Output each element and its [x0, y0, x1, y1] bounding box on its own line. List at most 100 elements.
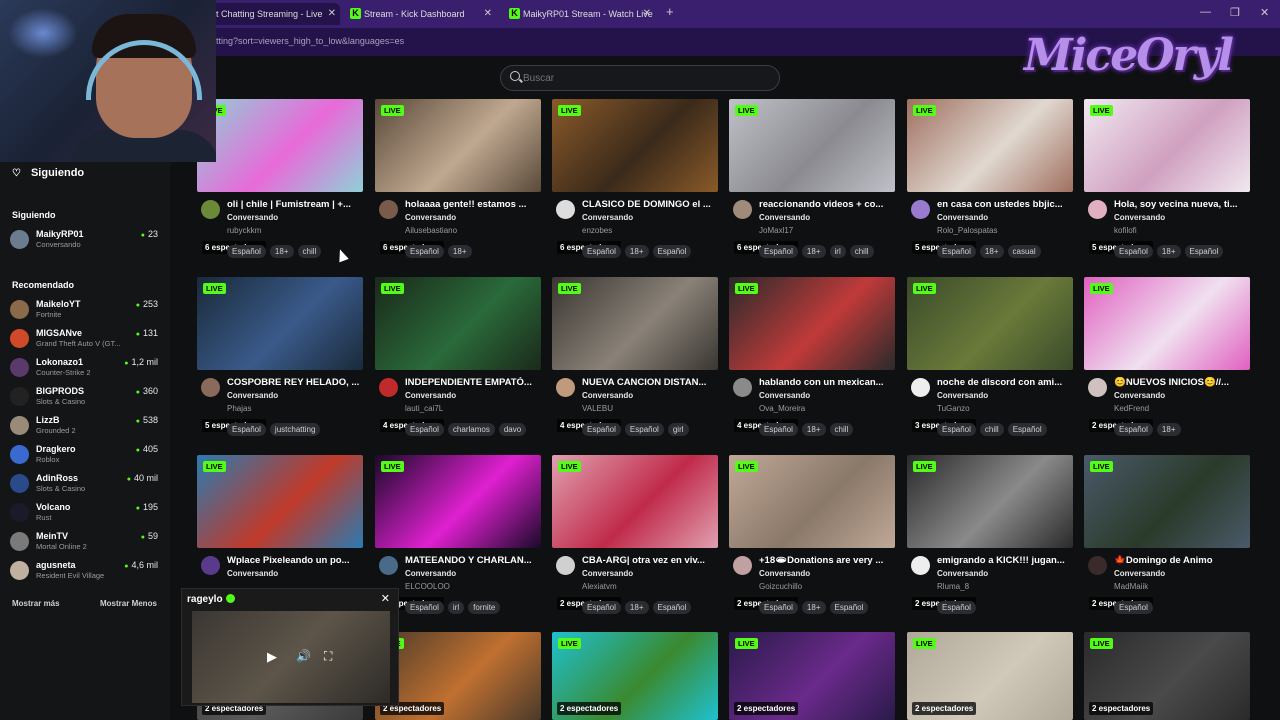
close-tab-icon[interactable]: ✕ — [328, 3, 336, 25]
stream-card[interactable]: LIVE2 espectadores — [375, 632, 541, 720]
stream-title[interactable]: MATEEANDO Y CHARLAN... — [405, 555, 539, 566]
tag-chip[interactable]: 18+ — [1156, 245, 1181, 258]
stream-card[interactable]: LIVE2 espectadores — [907, 632, 1073, 720]
stream-card[interactable]: LIVE2 espectadores — [729, 632, 895, 720]
streamer-name[interactable]: Goizcuchillo — [759, 582, 802, 591]
tag-chip[interactable]: fornite — [468, 601, 501, 614]
avatar[interactable] — [911, 200, 930, 219]
browser-tab[interactable]: K MaikyRP01 Stream - Watch Live ✕ — [505, 3, 655, 25]
streamer-name[interactable]: Alexiatvm — [582, 582, 617, 591]
avatar[interactable] — [379, 378, 398, 397]
stream-title[interactable]: emigrando a KICK!!! jugan... — [937, 555, 1071, 566]
tag-chip[interactable]: Español — [937, 601, 976, 614]
streamer-name[interactable]: MadMaiik — [1114, 582, 1148, 591]
stream-category[interactable]: Conversando — [937, 391, 988, 400]
minimize-icon[interactable]: — — [1200, 6, 1211, 18]
show-more-link[interactable]: Mostrar más — [12, 599, 60, 608]
close-tab-icon[interactable]: ✕ — [643, 3, 651, 25]
sidebar-channel[interactable]: AdinRossSlots & Casino 40 mil — [10, 472, 162, 496]
stream-title[interactable]: CLASICO DE DOMINGO el ... — [582, 199, 716, 210]
tag-chip[interactable]: Español — [759, 245, 798, 258]
tag-chip[interactable]: Español — [227, 245, 266, 258]
stream-card[interactable]: LIVE6 espectadoresholaaaa gente!! estamo… — [375, 99, 541, 259]
avatar[interactable] — [733, 378, 752, 397]
streamer-name[interactable]: ELCOOLOO — [405, 582, 450, 591]
restore-icon[interactable]: ❐ — [1230, 6, 1240, 19]
stream-card[interactable]: LIVE2 espectadores+18🕳Donations are very… — [729, 455, 895, 615]
tag-chip[interactable]: 18+ — [624, 245, 649, 258]
avatar[interactable] — [556, 556, 575, 575]
stream-title[interactable]: INDEPENDIENTE EMPATÓ... — [405, 377, 539, 388]
stream-card[interactable]: LIVE2 espectadoresemigrando a KICK!!! ju… — [907, 455, 1073, 615]
tag-chip[interactable]: chill — [297, 245, 322, 258]
tag-chip[interactable]: irl — [447, 601, 465, 614]
tag-chip[interactable]: 18+ — [801, 423, 826, 436]
tag-chip[interactable]: Español — [582, 423, 621, 436]
tag-chip[interactable]: Español — [652, 601, 692, 614]
streamer-name[interactable]: TuGanzo — [937, 404, 970, 413]
tag-chip[interactable]: Español — [405, 601, 444, 614]
sidebar-title[interactable]: ♡ Siguiendo — [12, 167, 84, 179]
sidebar-channel[interactable]: VolcanoRust 195 — [10, 501, 162, 525]
new-tab-button[interactable]: + — [666, 4, 674, 19]
mini-player[interactable]: rageylo ✕ ▶ 🔊 ⛶ — [181, 588, 399, 706]
tag-chip[interactable]: Español — [652, 245, 692, 258]
streamer-name[interactable]: Rluma_8 — [937, 582, 969, 591]
sidebar-channel[interactable]: MIGSANveGrand Theft Auto V (GT... 131 — [10, 327, 162, 351]
stream-card[interactable]: LIVE2 espectadores — [552, 632, 718, 720]
tag-chip[interactable]: Español — [582, 601, 621, 614]
tag-chip[interactable]: Español — [937, 423, 976, 436]
stream-category[interactable]: Conversando — [405, 569, 456, 578]
stream-card[interactable]: LIVE2 espectadores😊NUEVOS INICIOS😊//...C… — [1084, 277, 1250, 437]
stream-category[interactable]: Conversando — [937, 213, 988, 222]
stream-category[interactable]: Conversando — [759, 569, 810, 578]
sidebar-channel[interactable]: Lokonazo1Counter-Strike 2 1,2 mil — [10, 356, 162, 380]
browser-tab[interactable]: K Stream - Kick Dashboard ✕ — [346, 3, 496, 25]
avatar[interactable] — [379, 556, 398, 575]
stream-title[interactable]: hablando con un mexican... — [759, 377, 893, 388]
stream-title[interactable]: 🍁Domingo de Animo — [1114, 555, 1248, 566]
stream-title[interactable]: holaaaa gente!! estamos ... — [405, 199, 539, 210]
avatar[interactable] — [556, 378, 575, 397]
stream-title[interactable]: CBA-ARG| otra vez en viv... — [582, 555, 716, 566]
stream-category[interactable]: Conversando — [227, 213, 278, 222]
tag-chip[interactable]: 18+ — [624, 601, 649, 614]
sidebar-channel[interactable]: LizzBGrounded 2 538 — [10, 414, 162, 438]
avatar[interactable] — [201, 556, 220, 575]
tag-chip[interactable]: davo — [498, 423, 527, 436]
stream-card[interactable]: LIVE6 espectadoresCLASICO DE DOMINGO el … — [552, 99, 718, 259]
stream-category[interactable]: Conversando — [227, 391, 278, 400]
avatar[interactable] — [1088, 556, 1107, 575]
avatar[interactable] — [733, 200, 752, 219]
tag-chip[interactable]: irl — [829, 245, 846, 258]
tag-chip[interactable]: Español — [624, 423, 664, 436]
tag-chip[interactable]: 18+ — [1156, 423, 1181, 436]
stream-category[interactable]: Conversando — [582, 569, 633, 578]
tag-chip[interactable]: Español — [937, 245, 976, 258]
stream-category[interactable]: Conversando — [1114, 391, 1165, 400]
stream-category[interactable]: Conversando — [405, 391, 456, 400]
stream-card[interactable]: LIVE2 espectadores — [1084, 632, 1250, 720]
stream-category[interactable]: Conversando — [937, 569, 988, 578]
browser-tab[interactable]: t Chatting Streaming - Live ✕ — [200, 3, 340, 25]
stream-title[interactable]: 😊NUEVOS INICIOS😊//... — [1114, 377, 1248, 388]
streamer-name[interactable]: Phajas — [227, 404, 251, 413]
stream-card[interactable]: LIVE2 espectadoresMATEEANDO Y CHARLAN...… — [375, 455, 541, 615]
tag-chip[interactable]: Español — [405, 423, 444, 436]
tag-chip[interactable]: 18+ — [447, 245, 472, 258]
tag-chip[interactable]: charlamos — [447, 423, 495, 436]
avatar[interactable] — [1088, 378, 1107, 397]
tag-chip[interactable]: Español — [405, 245, 444, 258]
tag-chip[interactable]: Español — [1114, 601, 1153, 614]
stream-category[interactable]: Conversando — [582, 391, 633, 400]
close-window-icon[interactable]: ✕ — [1260, 6, 1269, 19]
mini-player-video[interactable]: ▶ 🔊 ⛶ — [192, 611, 390, 703]
search-input[interactable] — [523, 70, 763, 86]
tag-chip[interactable]: Español — [829, 601, 869, 614]
stream-card[interactable]: LIVE4 espectadoresNUEVA CANCION DISTAN..… — [552, 277, 718, 437]
avatar[interactable] — [201, 200, 220, 219]
stream-card[interactable]: LIVE5 espectadoresHola, soy vecina nueva… — [1084, 99, 1250, 259]
stream-card[interactable]: LIVE2 espectadoresCBA-ARG| otra vez en v… — [552, 455, 718, 615]
sidebar-channel[interactable]: DragkeroRoblox 405 — [10, 443, 162, 467]
avatar[interactable] — [379, 200, 398, 219]
